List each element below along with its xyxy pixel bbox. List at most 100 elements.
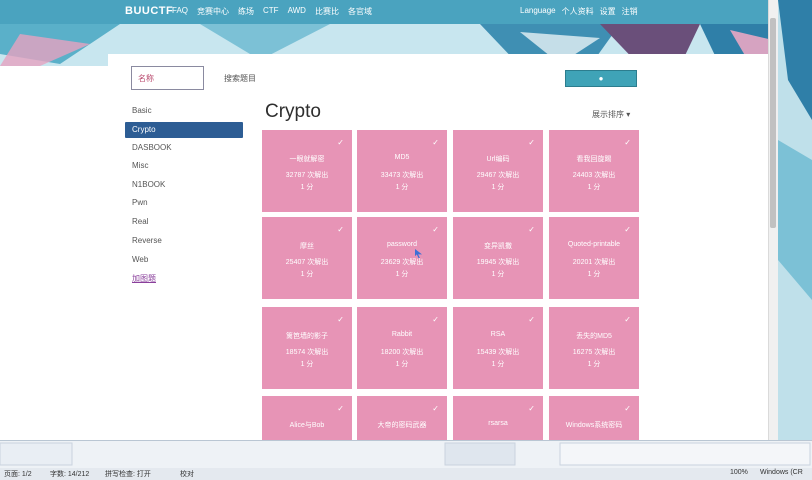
nav-item-faq[interactable]: FAQ (172, 6, 188, 17)
sidebar-item-real[interactable]: Real (125, 214, 243, 230)
card-title: 篱笆墙的影子 (286, 333, 328, 340)
sidebar-item-reverse[interactable]: Reverse (125, 233, 243, 249)
challenge-card[interactable]: ✓ 丢失的MD5 16275 次解出 1 分 (549, 307, 639, 389)
document-toolbar (0, 440, 812, 469)
search-label: 搜索题目 (224, 74, 256, 83)
card-solves: 23629 次解出 (380, 259, 424, 266)
card-solves: 33473 次解出 (380, 172, 424, 179)
card-title: Quoted-printable (567, 241, 621, 248)
challenge-card[interactable]: ✓ Quoted-printable 20201 次解出 1 分 (549, 217, 639, 299)
card-score: 1 分 (491, 361, 505, 368)
card-solves: 32787 次解出 (285, 172, 329, 179)
status-words: 字数: 14/212 (50, 471, 90, 478)
card-score: 1 分 (395, 184, 409, 191)
sidebar-item-web[interactable]: Web (125, 252, 243, 268)
search-input[interactable]: 名称 (131, 66, 204, 90)
solved-check-icon: ✓ (528, 138, 535, 147)
scroll-thumb[interactable] (770, 18, 776, 228)
toolbar-strip (0, 442, 811, 466)
sidebar-item-add[interactable]: 加图题 (125, 271, 243, 287)
sidebar-item-pwn[interactable]: Pwn (125, 195, 243, 211)
status-bar: 页面: 1/2 字数: 14/212 拼写检查: 打开 校对 100% Wind… (0, 468, 812, 480)
nav-item-practice[interactable]: 练场 (238, 6, 254, 17)
logout-link[interactable]: 注销 (622, 6, 638, 17)
card-solves: 18574 次解出 (285, 349, 329, 356)
solved-check-icon: ✓ (432, 138, 439, 147)
top-navbar: BUUCTF FAQ 竞赛中心 练场 CTF AWD 比赛比 各官域 Langu… (0, 0, 812, 24)
page-title: Crypto (265, 101, 321, 122)
card-title: 看我回旋踢 (576, 156, 612, 163)
card-title: Url编码 (486, 156, 510, 163)
solved-check-icon: ✓ (337, 315, 344, 324)
nav-item-awd[interactable]: AWD (288, 6, 306, 17)
nav-item-6[interactable]: 各官域 (348, 6, 372, 17)
card-solves: 20201 次解出 (572, 259, 616, 266)
settings-link[interactable]: 设置 (600, 6, 616, 17)
card-score: 1 分 (587, 184, 601, 191)
sort-dropdown[interactable]: 展示排序 ▾ (592, 109, 630, 120)
sidebar-item-misc[interactable]: Misc (125, 158, 243, 174)
challenge-card[interactable]: ✓ MD5 33473 次解出 1 分 (357, 130, 447, 212)
solved-check-icon: ✓ (337, 225, 344, 234)
solved-check-icon: ✓ (337, 138, 344, 147)
search-button[interactable]: ● (565, 70, 637, 87)
solved-check-icon: ✓ (528, 404, 535, 413)
challenge-card[interactable]: ✓ Url编码 29467 次解出 1 分 (453, 130, 543, 212)
challenge-card[interactable]: ✓ Windows系统密码 (549, 396, 639, 440)
card-score: 1 分 (300, 184, 314, 191)
status-page: 页面: 1/2 (4, 471, 32, 478)
card-score: 1 分 (395, 271, 409, 278)
challenge-card[interactable]: ✓ 看我回旋踢 24403 次解出 1 分 (549, 130, 639, 212)
challenge-card[interactable]: ✓ 一眼就解密 32787 次解出 1 分 (262, 130, 352, 212)
profile-link[interactable]: 个人资料 (562, 6, 594, 17)
sidebar-item-n1book[interactable]: N1BOOK (125, 177, 243, 193)
card-score: 1 分 (587, 271, 601, 278)
card-solves: 19945 次解出 (476, 259, 520, 266)
challenge-card[interactable]: ✓ Alice与Bob (262, 396, 352, 440)
card-title: 摩丝 (300, 243, 314, 250)
status-proof[interactable]: 校对 (180, 469, 194, 479)
challenge-card[interactable]: ✓ Rabbit 18200 次解出 1 分 (357, 307, 447, 389)
card-solves: 16275 次解出 (572, 349, 616, 356)
solved-check-icon: ✓ (432, 315, 439, 324)
card-solves: 25407 次解出 (285, 259, 329, 266)
background-illustration (778, 0, 812, 440)
card-score: 1 分 (491, 271, 505, 278)
card-title: password (387, 241, 417, 248)
challenge-card[interactable]: ✓ 篱笆墙的影子 18574 次解出 1 分 (262, 307, 352, 389)
solved-check-icon: ✓ (337, 404, 344, 413)
challenge-card[interactable]: ✓ rsarsa (453, 396, 543, 440)
card-solves: 15439 次解出 (476, 349, 520, 356)
challenge-card[interactable]: ✓ RSA 15439 次解出 1 分 (453, 307, 543, 389)
nav-item-contest[interactable]: 竞赛中心 (197, 6, 229, 17)
card-title: MD5 (394, 154, 410, 161)
search-icon: ● (598, 74, 604, 83)
brand-logo[interactable]: BUUCTF (125, 5, 173, 17)
challenge-card[interactable]: ✓ 摩丝 25407 次解出 1 分 (262, 217, 352, 299)
solved-check-icon: ✓ (624, 404, 631, 413)
status-spell[interactable]: 拼写检查: 打开 (105, 469, 151, 479)
card-title: Alice与Bob (289, 422, 325, 429)
status-os: Windows (CR (760, 469, 803, 476)
challenge-card[interactable]: ✓ 变异凯撒 19945 次解出 1 分 (453, 217, 543, 299)
language-menu[interactable]: Language (520, 6, 556, 17)
nav-item-5[interactable]: 比赛比 (315, 6, 339, 17)
card-score: 1 分 (587, 361, 601, 368)
solved-check-icon: ✓ (624, 315, 631, 324)
card-title: 变异凯撒 (484, 243, 512, 250)
card-solves: 24403 次解出 (572, 172, 616, 179)
solved-check-icon: ✓ (528, 315, 535, 324)
solved-check-icon: ✓ (432, 404, 439, 413)
card-title: 大帝的密码武器 (377, 422, 427, 429)
challenge-card[interactable]: ✓ password 23629 次解出 1 分 (357, 217, 447, 299)
nav-item-ctf[interactable]: CTF (263, 6, 279, 17)
card-title: 一眼就解密 (289, 156, 325, 163)
sidebar-item-basic[interactable]: Basic (125, 103, 243, 119)
status-zoom[interactable]: 100% (730, 469, 748, 476)
sidebar-item-crypto[interactable]: Crypto (125, 122, 243, 138)
card-solves: 29467 次解出 (476, 172, 520, 179)
card-score: 1 分 (395, 361, 409, 368)
challenge-card[interactable]: ✓ 大帝的密码武器 (357, 396, 447, 440)
solved-check-icon: ✓ (528, 225, 535, 234)
sidebar-item-dasbook[interactable]: DASBOOK (125, 140, 243, 156)
